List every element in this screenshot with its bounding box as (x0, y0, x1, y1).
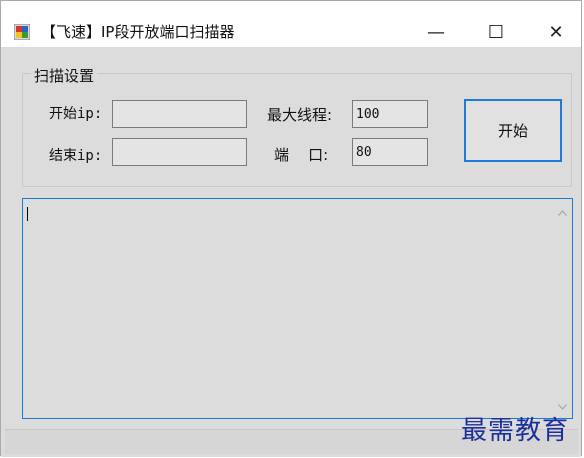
minimize-button[interactable]: — (407, 13, 465, 51)
max-threads-input[interactable] (352, 100, 428, 128)
start-ip-input[interactable] (112, 100, 247, 128)
minimize-icon: — (427, 21, 445, 43)
port-label: 端 口: (274, 146, 329, 164)
close-icon: ✕ (548, 21, 564, 43)
maximize-button[interactable]: ☐ (467, 13, 525, 51)
start-button-label: 开始 (497, 122, 528, 140)
end-ip-label: 结束ip: (49, 148, 103, 164)
text-caret (27, 207, 28, 221)
start-ip-label: 开始ip: (49, 106, 103, 122)
log-textarea[interactable] (22, 198, 573, 419)
scroll-up-icon[interactable] (554, 204, 571, 221)
close-button[interactable]: ✕ (527, 13, 584, 51)
max-threads-label: 最大线程: (267, 106, 333, 124)
title-bar: 【飞速】IP段开放端口扫描器 — ☐ ✕ (1, 1, 581, 47)
watermark: 最需教育 (461, 416, 570, 446)
window-title: 【飞速】IP段开放端口扫描器 (41, 23, 235, 41)
maximize-icon: ☐ (487, 21, 505, 43)
app-icon (13, 23, 31, 41)
end-ip-input[interactable] (112, 138, 247, 166)
group-title: 扫描设置 (31, 65, 98, 86)
port-input[interactable] (352, 138, 428, 166)
start-button[interactable]: 开始 (464, 99, 562, 162)
log-scrollbar[interactable] (554, 200, 571, 417)
